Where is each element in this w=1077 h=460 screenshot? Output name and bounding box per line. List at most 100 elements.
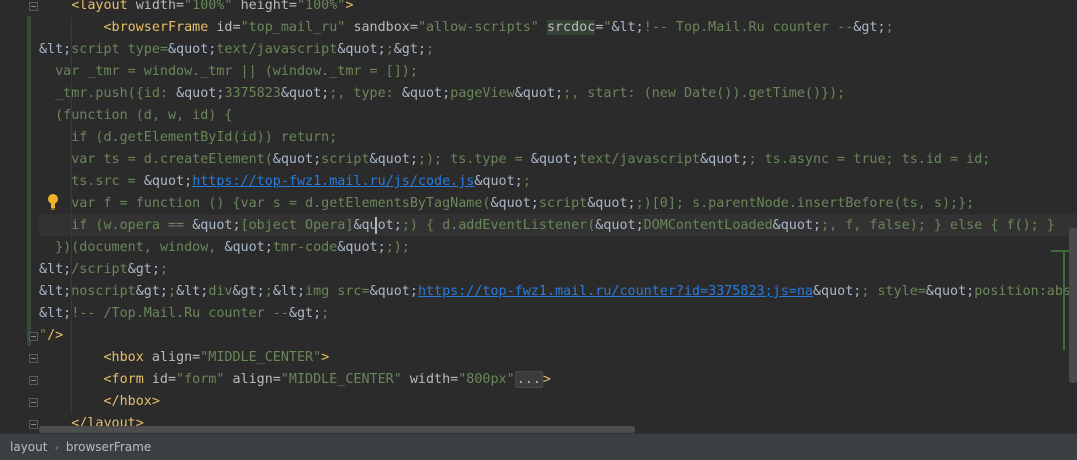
code-token: ...: [514, 371, 543, 388]
code-line[interactable]: </hbox>: [0, 391, 1077, 413]
code-token: "MIDDLE_CENTER": [200, 350, 322, 365]
code-token: ;: [168, 284, 177, 299]
code-token: ;: [159, 262, 168, 277]
code-token: &quot;: [474, 174, 523, 189]
code-token: ;: [885, 20, 894, 35]
code-token: &quot;: [168, 42, 217, 57]
code-token: &gt;: [393, 42, 426, 57]
code-token: var ts = d.createElement(: [39, 152, 273, 167]
code-token: <browserFrame: [39, 20, 217, 35]
code-token: &lt;: [272, 284, 306, 299]
code-line[interactable]: <form id="form" align="MIDDLE_CENTER" wi…: [0, 369, 1077, 391]
code-line[interactable]: var ts = d.createElement(&quot;script&qu…: [0, 149, 1077, 171]
code-line[interactable]: })(document, window, &quot;tmr-code&quot…: [0, 237, 1077, 259]
code-token: &lt;: [611, 20, 644, 35]
code-line[interactable]: var f = function () {var s = d.getElemen…: [0, 193, 1077, 215]
code-token: if (d.getElementById(id)) return;: [39, 130, 338, 145]
code-token: !-- /Top.Mail.Ru counter --: [71, 306, 289, 321]
code-token: ; style=: [861, 284, 926, 299]
code-token: ; ts.async = true; ts.id = id;: [748, 152, 991, 167]
code-token: ;: [321, 306, 330, 321]
code-line[interactable]: <hbox align="MIDDLE_CENTER">: [0, 347, 1077, 369]
code-token: div: [208, 284, 233, 299]
code-token: &quot;: [369, 152, 418, 167]
code-line[interactable]: _tmr.push({id: &quot;3375823&quot;;, typ…: [0, 83, 1077, 105]
code-token: DOMContentLoaded: [643, 218, 773, 233]
code-token: <layout: [39, 0, 136, 13]
code-token: width=: [409, 372, 459, 387]
code-token: text/javascript: [216, 42, 338, 57]
code-token: position:absolut: [974, 284, 1077, 299]
code-line[interactable]: ts.src = &quot;https://top-fwz1.mail.ru/…: [0, 171, 1077, 193]
code-line[interactable]: <layout width="100%" height="100%">: [0, 0, 1077, 17]
code-token: &gt;: [135, 284, 168, 299]
code-token: text/javascript: [579, 152, 701, 167]
code-token: "100%": [297, 0, 346, 13]
code-token: &quot;: [176, 86, 225, 101]
code-token: sandbox=: [353, 20, 418, 35]
code-token: [object Opera]: [240, 218, 354, 233]
code-line[interactable]: (function (d, w, id) {: [0, 105, 1077, 127]
code-token: 3375823: [224, 86, 281, 101]
code-token: "100%": [184, 0, 241, 13]
code-token: ;);: [385, 240, 410, 255]
code-token: "800px": [458, 372, 515, 387]
chevron-right-icon: ›: [54, 440, 59, 454]
code-token: "MIDDLE_CENTER": [280, 372, 410, 387]
code-token: &quot;: [369, 284, 418, 299]
code-token: ;) { d.addEventListener(: [401, 218, 596, 233]
code-token: />: [47, 328, 64, 343]
code-line[interactable]: var _tmr = window._tmr || (window._tmr =…: [0, 61, 1077, 83]
code-line[interactable]: &lt;!-- /Top.Mail.Ru counter --&gt;;: [0, 303, 1077, 325]
code-token: <hbox: [39, 350, 152, 365]
code-token: &quot;: [595, 218, 644, 233]
code-token: height=: [240, 0, 297, 13]
scroll-marker-tick: [1051, 250, 1069, 252]
code-token: var _tmr = window._tmr || (window._tmr =…: [39, 64, 418, 79]
code-token: &quot;: [490, 196, 539, 211]
code-token: })(document, window,: [39, 240, 225, 255]
horizontal-scrollbar[interactable]: [39, 426, 635, 433]
code-token: ;)[0]; s.parentNode.insertBefore(ts, s);…: [635, 196, 975, 211]
code-token: width=: [135, 0, 185, 13]
code-line[interactable]: &lt;noscript&gt;;&lt;div&gt;;&lt;img src…: [0, 281, 1077, 303]
code-token: &quot;: [224, 240, 273, 255]
code-token: &gt;: [288, 306, 322, 321]
code-token: https://top-fwz1.mail.ru/js/code.js: [192, 174, 475, 189]
code-lines: <layout width="100%" height="100%"> <bro…: [0, 0, 1077, 433]
code-token: ;, type:: [329, 86, 402, 101]
code-token: script: [538, 196, 588, 211]
code-line[interactable]: <browserFrame id="top_mail_ru" sandbox="…: [0, 17, 1077, 39]
code-token: https://top-fwz1.mail.ru/counter?id=3375…: [417, 284, 813, 299]
code-line[interactable]: "/>: [0, 325, 1077, 347]
code-editor[interactable]: <layout width="100%" height="100%"> <bro…: [0, 0, 1077, 433]
code-line[interactable]: if (d.getElementById(id)) return;: [0, 127, 1077, 149]
scroll-marker: [1063, 250, 1065, 350]
code-token: &quot;: [280, 86, 330, 101]
breadcrumb-item-browserframe[interactable]: browserFrame: [66, 440, 151, 454]
code-token: _tmr.push({id:: [39, 86, 177, 101]
code-token: img src=: [305, 284, 370, 299]
code-token: &gt;: [853, 20, 886, 35]
code-token: <form: [39, 372, 152, 387]
code-token: &quot;: [353, 218, 402, 233]
code-token: &quot;: [337, 240, 386, 255]
code-token: &quot;: [700, 152, 749, 167]
code-token: ;, start: (new Date()).getTime()});: [563, 86, 846, 101]
code-token: &quot;: [530, 152, 580, 167]
code-token: >: [345, 0, 354, 13]
code-token: </hbox>: [39, 394, 160, 409]
code-token: &quot;: [337, 42, 386, 57]
code-token: srcdoc: [546, 20, 596, 35]
vertical-scrollbar[interactable]: [1069, 228, 1077, 383]
code-token: >: [321, 350, 330, 365]
code-token: &quot;: [272, 152, 322, 167]
code-line[interactable]: &lt;script type=&quot;text/javascript&qu…: [0, 39, 1077, 61]
code-line[interactable]: if (w.opera == &quot;[object Opera]&quot…: [0, 215, 1077, 237]
code-line[interactable]: &lt;/script&gt;;: [0, 259, 1077, 281]
code-token: &quot;: [812, 284, 862, 299]
code-token: script type=: [71, 42, 168, 57]
breadcrumb-item-layout[interactable]: layout: [10, 440, 47, 454]
code-token: ;); ts.type =: [417, 152, 531, 167]
code-token: &gt;: [232, 284, 265, 299]
